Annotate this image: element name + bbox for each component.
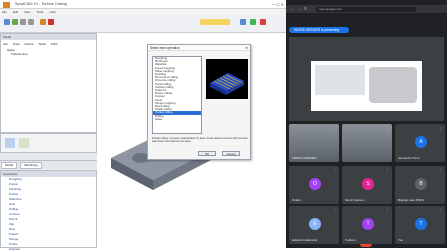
participant-avatar: A — [415, 136, 427, 148]
model-pane-header: Model — [1, 34, 96, 40]
run-icon[interactable] — [250, 19, 256, 25]
cam-window: SprutCAM 10 - Turbine Casing ─ ☐ ✕ File … — [0, 0, 286, 251]
more-options-icon[interactable]: ⋮ — [439, 169, 443, 173]
participant-video — [342, 124, 392, 162]
menu-edit[interactable]: Edit — [13, 10, 18, 14]
thumbnail-icon — [5, 138, 15, 148]
participant-avatar: S — [362, 178, 374, 190]
tab-tools[interactable]: Tools — [13, 42, 20, 46]
more-options-icon[interactable]: ⋮ — [333, 209, 337, 213]
tab-model[interactable]: Model — [1, 162, 18, 169]
tab-parts[interactable]: Parts — [51, 42, 58, 46]
operations-list: Roughing Z-level Finishing Pocket Waterline H… — [1, 177, 96, 252]
shared-screen-content — [311, 61, 422, 111]
pause-icon[interactable] — [260, 19, 266, 25]
menu-view[interactable]: View — [24, 10, 30, 14]
meet-window: ← → ↻ meet.google.com INDRIS GRENIER is … — [286, 0, 447, 248]
cam-titlebar: SprutCAM 10 - Turbine Casing ─ ☐ ✕ — [0, 0, 286, 9]
stop-icon[interactable] — [48, 19, 54, 25]
thumbnail-icon — [19, 138, 29, 148]
participant-avatar: T — [362, 218, 374, 230]
model-tabs: Job Tools Fixture Stock Parts — [3, 42, 62, 46]
menu-help[interactable]: Help — [49, 10, 55, 14]
tab-stock[interactable]: Stock — [39, 42, 47, 46]
more-options-icon[interactable]: ⋮ — [386, 169, 390, 173]
more-options-icon[interactable]: ⋮ — [386, 209, 390, 213]
menu-file[interactable]: File — [2, 10, 7, 14]
participant-avatar: O — [309, 178, 321, 190]
cancel-button[interactable]: Cancel — [222, 151, 240, 156]
participant-name: Ovidiu — [292, 198, 301, 202]
machine-panel-icon[interactable] — [200, 19, 230, 25]
tool-icon[interactable] — [40, 19, 46, 25]
participant-tile[interactable]: T ⋮ You — [395, 206, 445, 244]
ok-button[interactable]: OK — [198, 151, 216, 156]
close-icon[interactable]: ✕ — [245, 46, 248, 50]
participant-tile[interactable]: O ⋮ Ovidiu — [289, 166, 339, 204]
model-tree: Setup Turbine.step — [7, 48, 28, 56]
participant-name: Eduard Iordanovits — [292, 238, 318, 242]
browser-toolbar: ← → ↻ meet.google.com — [286, 0, 447, 13]
operation-description: Pocket milling: removes material layer b… — [152, 137, 248, 143]
properties-pane — [0, 133, 97, 153]
participant-name: INDRIS GRENIER — [292, 156, 317, 160]
tree-item[interactable]: Turbine.step — [7, 52, 28, 56]
presenting-bar: INDRIS GRENIER is presenting — [286, 26, 447, 34]
participant-tile[interactable]: E ⋮ Eduard Iordanovits — [289, 206, 339, 244]
participant-avatar: T — [415, 218, 427, 230]
menu-tools[interactable]: Tools — [36, 10, 43, 14]
more-options-icon[interactable]: ⋮ — [333, 169, 337, 173]
operation-type-item[interactable]: Holes — [153, 117, 201, 121]
save-icon[interactable] — [12, 19, 18, 25]
reload-icon[interactable]: ↻ — [304, 6, 307, 11]
participant-tile[interactable]: B ⋮ Bogdan Ioan POPA — [395, 166, 445, 204]
forward-icon[interactable]: → — [297, 6, 301, 11]
address-bar[interactable]: meet.google.com — [316, 7, 416, 12]
operation-preview — [206, 59, 248, 99]
more-options-icon[interactable]: ⋮ — [439, 209, 443, 213]
shared-screen — [289, 37, 444, 121]
participant-tile[interactable]: ⋮ — [342, 124, 392, 162]
participant-name: Bogdan Ioan POPA — [398, 198, 424, 202]
redo-icon[interactable] — [28, 19, 34, 25]
main-toolbar — [0, 15, 286, 33]
tab-fixture[interactable]: Fixture — [24, 42, 33, 46]
participant-name: Sinziz Carmen — [345, 198, 365, 202]
view-icon[interactable] — [240, 19, 246, 25]
tab-machining[interactable]: Machining — [20, 162, 42, 169]
shared-preview-part — [369, 67, 417, 103]
participant-avatar: B — [415, 178, 427, 190]
operation-type-list[interactable]: Roughing 3D Rough Waterline Z-level roughin… — [152, 56, 202, 134]
tab-strip — [286, 0, 447, 5]
participant-name: Alexandru Toma — [398, 156, 420, 160]
more-options-icon[interactable]: ⋮ — [386, 127, 390, 131]
tab-job[interactable]: Job — [3, 42, 8, 46]
participant-tile[interactable]: S ⋮ Sinziz Carmen — [342, 166, 392, 204]
more-options-icon[interactable]: ⋮ — [439, 127, 443, 131]
participant-tile[interactable]: T ⋮ T.elbero — [342, 206, 392, 244]
model-pane: Model Job Tools Fixture Stock Parts Setu… — [0, 33, 97, 133]
window-controls-icon[interactable]: ─ ☐ ✕ — [272, 2, 284, 7]
more-options-icon[interactable]: ⋮ — [333, 127, 337, 131]
new-operation-dialog: Select new operation ✕ Roughing 3D Rough W… — [147, 44, 251, 160]
participant-tile[interactable]: ⋮ INDRIS GRENIER — [289, 124, 339, 162]
presenting-label: INDRIS GRENIER is presenting — [289, 27, 349, 33]
shared-preview-left — [315, 65, 365, 95]
undo-icon[interactable] — [20, 19, 26, 25]
participant-avatar: E — [309, 218, 321, 230]
left-tabbar: Model Machining — [0, 160, 97, 169]
window-title: SprutCAM 10 - Turbine Casing — [15, 2, 67, 6]
participant-name: T.elbero — [345, 238, 356, 242]
participant-name: You — [398, 238, 404, 242]
back-icon[interactable]: ← — [290, 6, 294, 11]
operations-pane: Operations Roughing Z-level Finishing Pocke… — [0, 170, 97, 251]
participant-tile[interactable]: A ⋮ Alexandru Toma — [395, 124, 445, 162]
dialog-title: Select new operation — [148, 45, 250, 51]
app-logo-icon — [3, 2, 10, 8]
open-icon[interactable] — [4, 19, 10, 25]
